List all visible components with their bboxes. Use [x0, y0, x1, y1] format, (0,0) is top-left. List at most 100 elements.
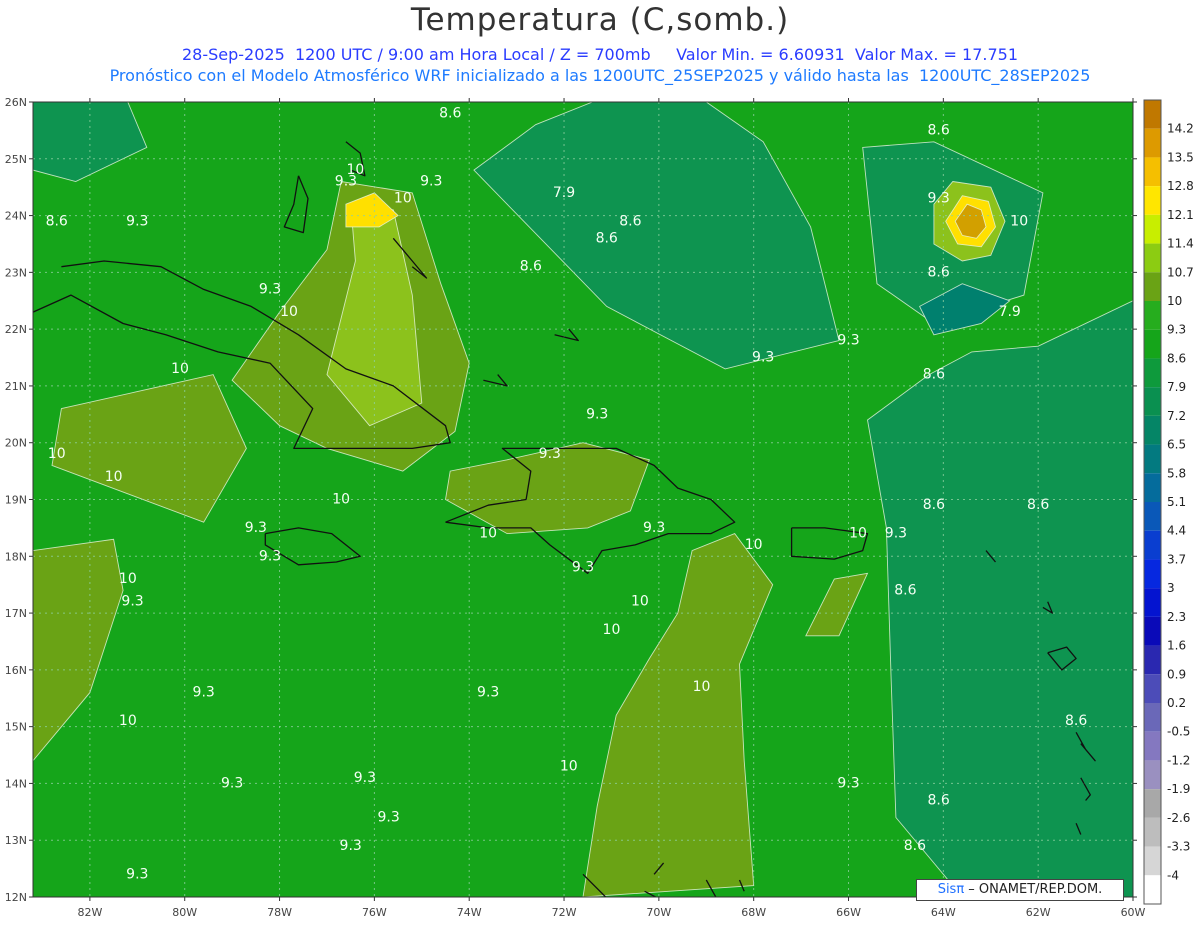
contour-label: 8.6 [596, 230, 618, 246]
temperature-field [33, 102, 1133, 897]
colorbar-label: 5.1 [1167, 495, 1186, 509]
contour-label: 9.3 [927, 191, 949, 207]
x-tick-label: 68W [741, 906, 766, 919]
colorbar-label: 1.6 [1167, 639, 1186, 653]
contour-label: 8.6 [927, 264, 949, 280]
contour-label: 8.6 [894, 582, 916, 598]
colorbar-swatch [1144, 128, 1161, 158]
y-tick-label: 15N [5, 721, 27, 734]
contour-label: 9.3 [193, 685, 215, 701]
colorbar-label: 4.4 [1167, 524, 1186, 538]
contour-label: 9.3 [477, 685, 499, 701]
x-tick-label: 76W [362, 906, 387, 919]
contour-label: 9.3 [643, 520, 665, 536]
colorbar-label: -1.9 [1167, 782, 1190, 796]
colorbar-label: -2.6 [1167, 811, 1190, 825]
contour-label: 8.6 [1027, 497, 1049, 513]
x-tick-label: 66W [836, 906, 861, 919]
y-tick-label: 18N [5, 550, 27, 563]
contour-label: 9.3 [539, 446, 561, 462]
colorbar-swatch [1144, 731, 1161, 761]
contour-label: 9.3 [126, 866, 148, 882]
colorbar-label: 0.2 [1167, 696, 1186, 710]
colorbar-label: -3.3 [1167, 840, 1190, 854]
contour-label: 10 [745, 537, 763, 553]
contour-label: 9.3 [377, 810, 399, 826]
region-cool-east-lower [867, 300, 1133, 897]
contour-label: 9.3 [354, 770, 376, 786]
colorbar-swatch [1144, 789, 1161, 818]
contour-label: 9.3 [885, 526, 907, 542]
colorbar-label: 10 [1167, 294, 1182, 308]
contour-label: 8.6 [923, 497, 945, 513]
colorbar-label: 3 [1167, 581, 1175, 595]
colorbar-swatch [1144, 846, 1161, 876]
colorbar-label: 11.4 [1167, 237, 1194, 251]
contour-label: 10 [48, 446, 66, 462]
colorbar-swatch [1144, 502, 1161, 531]
colorbar-swatch [1144, 530, 1161, 560]
contour-label: 7.9 [553, 185, 575, 201]
colorbar-label: 7.2 [1167, 409, 1186, 423]
x-tick-label: 80W [172, 906, 197, 919]
y-tick-label: 12N [5, 891, 27, 904]
contour-label: 8.6 [923, 367, 945, 383]
colorbar-label: -0.5 [1167, 725, 1190, 739]
contour-label: 8.6 [46, 213, 68, 229]
colorbar-swatch [1144, 358, 1161, 388]
contour-label: 8.6 [520, 259, 542, 275]
credit-brand: Sisπ [937, 882, 965, 897]
colorbar-swatch [1144, 645, 1161, 675]
contour-label: 10 [280, 304, 298, 320]
colorbar-swatch [1144, 473, 1161, 502]
y-tick-label: 13N [5, 834, 27, 847]
colorbar-label: 5.8 [1167, 466, 1186, 480]
colorbar-swatch [1144, 214, 1161, 244]
colorbar-swatch [1144, 329, 1161, 359]
colorbar-label: 13.5 [1167, 150, 1194, 164]
colorbar-swatch [1144, 444, 1161, 474]
contour-label: 10 [603, 622, 621, 638]
y-tick-label: 16N [5, 664, 27, 677]
y-tick-label: 14N [5, 777, 27, 790]
colorbar-label: 14.2 [1167, 122, 1194, 136]
x-tick-label: 72W [552, 906, 577, 919]
contour-label: 9.3 [420, 174, 442, 190]
color-scale-legend: 14.2 13.5 12.8 12.1 11.4 10.7 10 9.3 8.6 7.9 7.2 6.… [1143, 99, 1194, 905]
colorbar-label: 9.3 [1167, 323, 1186, 337]
colorbar-swatch [1144, 559, 1161, 589]
colorbar-label: 7.9 [1167, 380, 1186, 394]
contour-label: 10 [171, 361, 189, 377]
y-tick-label: 25N [5, 153, 27, 166]
contour-label: 9.3 [837, 775, 859, 791]
x-tick-label: 82W [77, 906, 102, 919]
colorbar-swatch [1144, 703, 1161, 732]
contour-label: 9.3 [221, 775, 243, 791]
contour-label: 7.9 [999, 304, 1021, 320]
x-tick-label: 74W [457, 906, 482, 919]
contour-label: 9.3 [837, 333, 859, 349]
colorbar-swatch [1144, 674, 1161, 703]
colorbar-swatch [1144, 272, 1161, 301]
x-tick-label: 64W [931, 906, 956, 919]
colorbar-label: 12.1 [1167, 208, 1194, 222]
y-tick-label: 19N [5, 494, 27, 507]
coastline [256, 68, 313, 91]
colorbar-swatch [1144, 817, 1161, 847]
y-tick-label: 22N [5, 323, 27, 336]
contour-label: 9.3 [586, 406, 608, 422]
contour-label: 8.6 [1065, 713, 1087, 729]
y-tick-label: 23N [5, 266, 27, 279]
colorbar-swatch [1144, 415, 1161, 445]
contour-label: 9.3 [126, 213, 148, 229]
contour-label: 10 [105, 469, 123, 485]
colorbar-label: 2.3 [1167, 610, 1186, 624]
contour-label: 10 [119, 713, 137, 729]
contour-label: 9.3 [245, 520, 267, 536]
y-tick-label: 20N [5, 437, 27, 450]
colorbar-label: 3.7 [1167, 552, 1186, 566]
colorbar-swatch [1144, 387, 1161, 416]
contour-label: 8.6 [619, 213, 641, 229]
colorbar-label: -1.2 [1167, 753, 1190, 767]
y-tick-label: 21N [5, 380, 27, 393]
